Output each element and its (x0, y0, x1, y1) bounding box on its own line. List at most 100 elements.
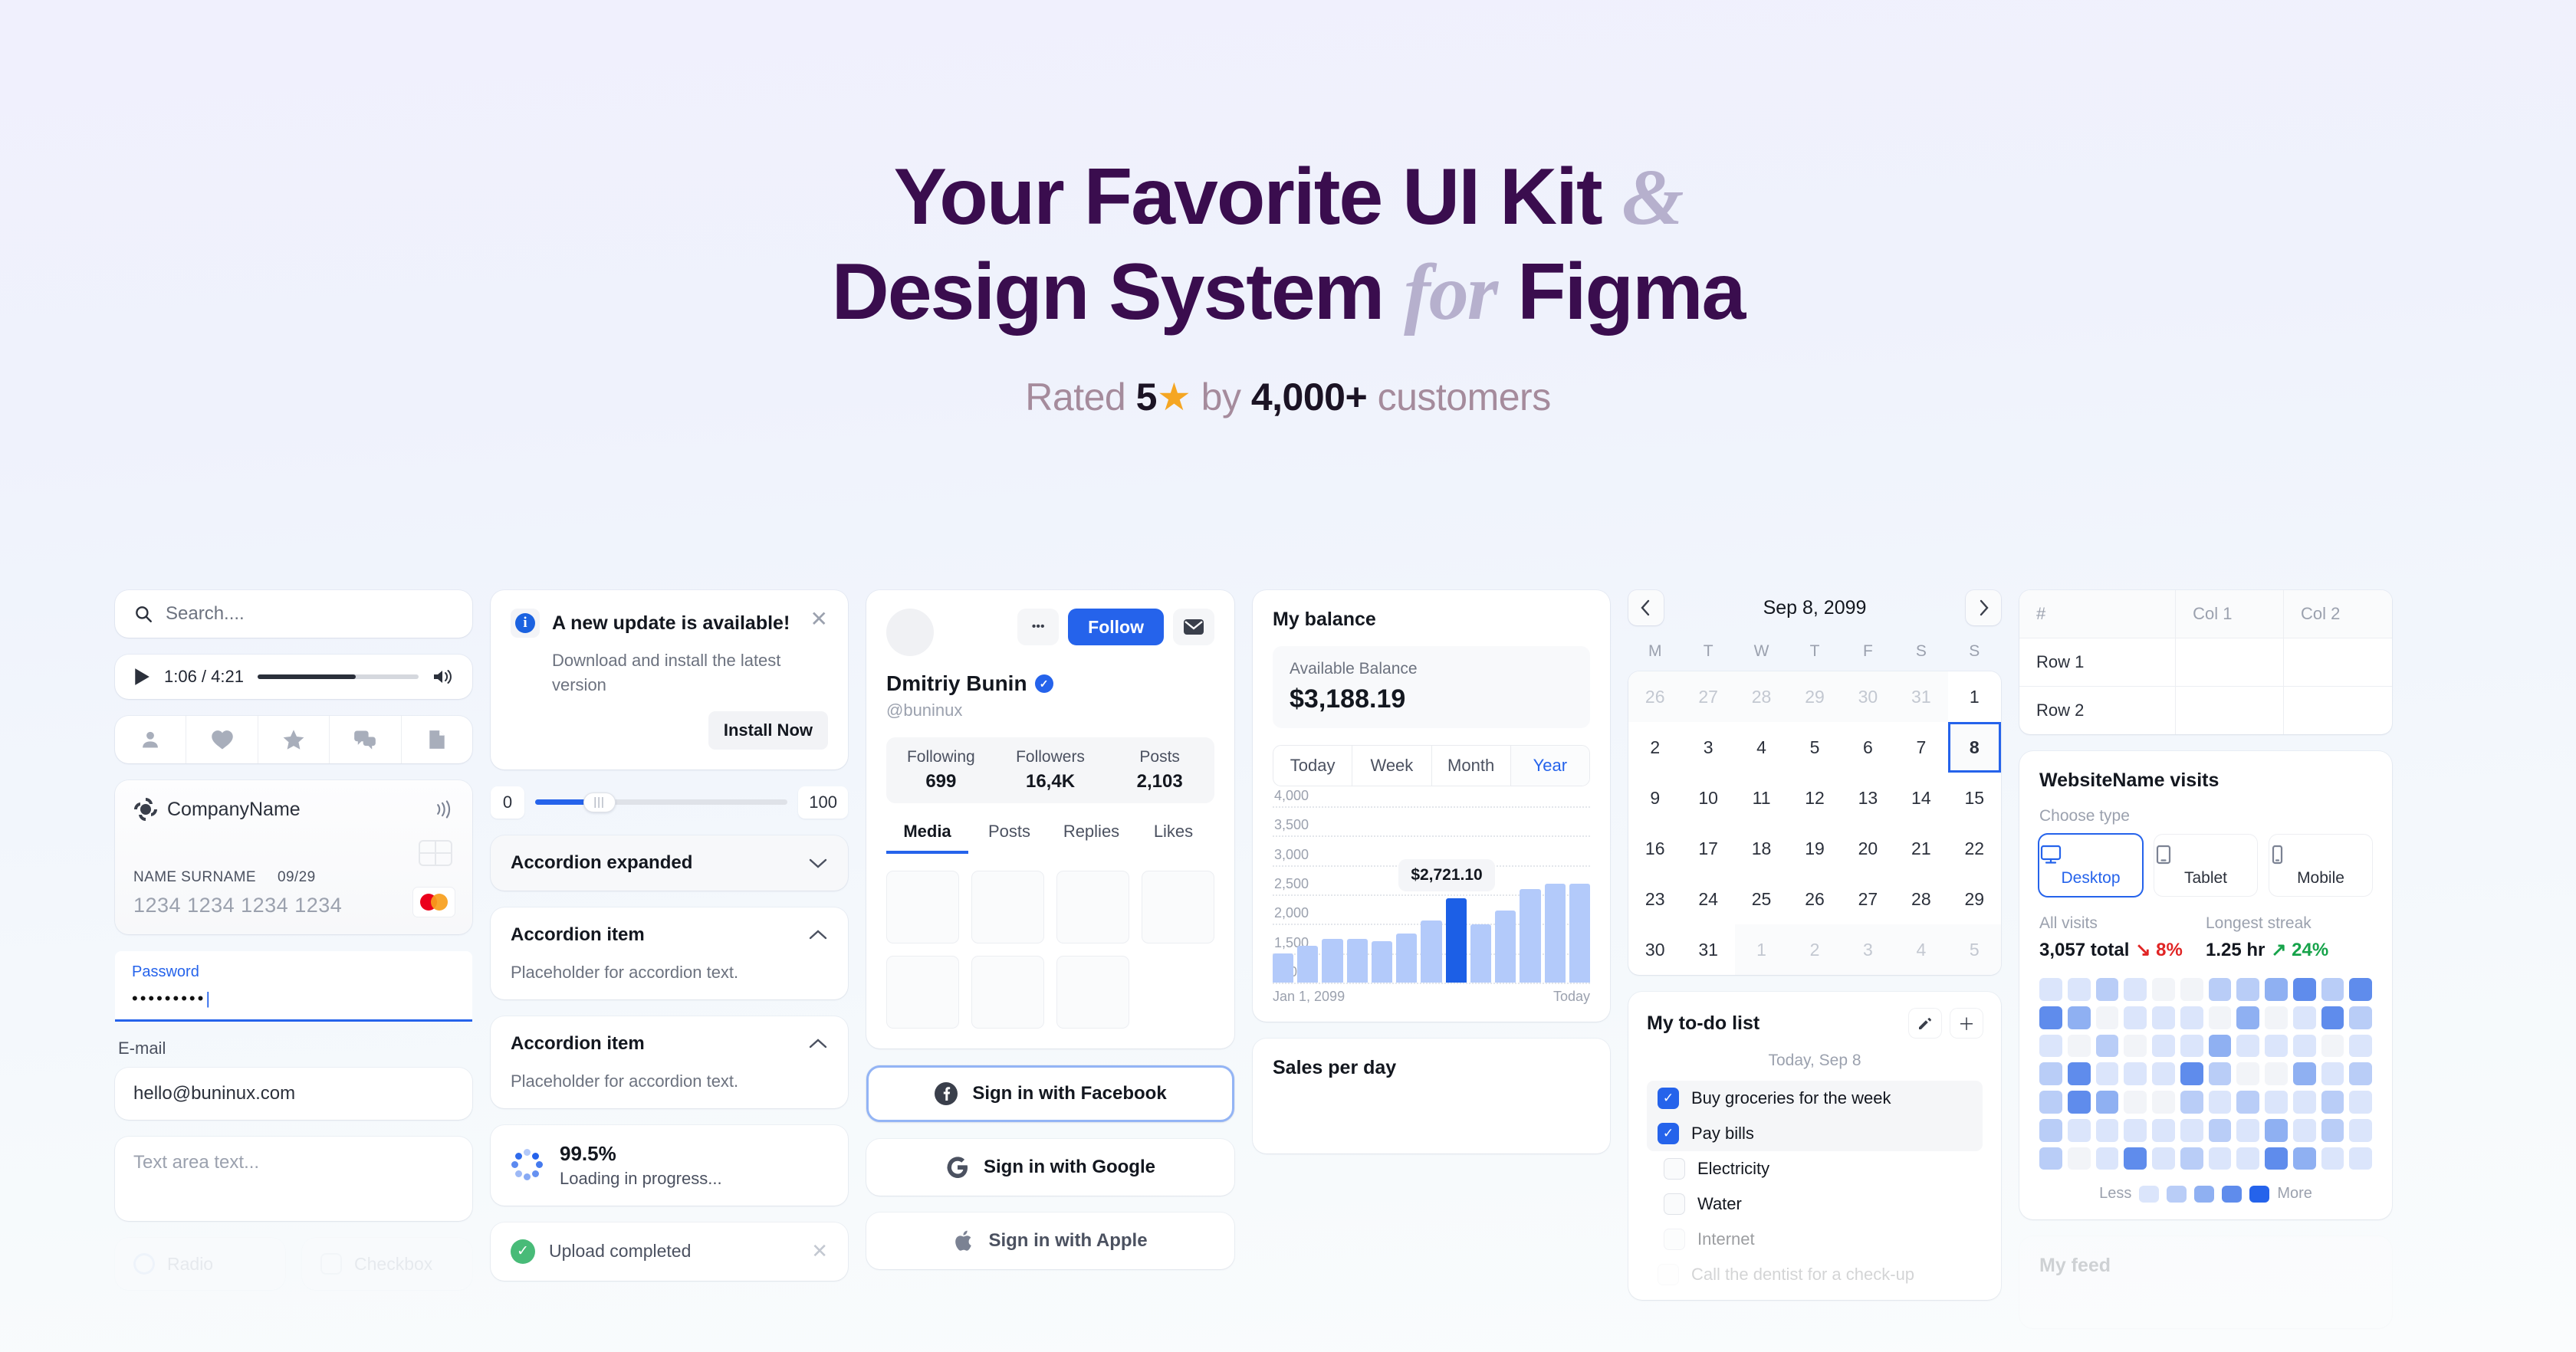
heatmap-cell[interactable] (2208, 978, 2232, 1001)
chart-bar[interactable] (1346, 939, 1368, 983)
heatmap-cell[interactable] (2349, 1034, 2372, 1058)
heatmap-cell[interactable] (2208, 1118, 2232, 1142)
heatmap-cell[interactable] (2349, 1147, 2372, 1170)
tab-posts[interactable]: Posts (968, 822, 1050, 854)
heatmap-cell[interactable] (2265, 1147, 2288, 1170)
calendar-day[interactable]: 7 (1894, 722, 1947, 773)
calendar-day[interactable]: 29 (1948, 874, 2001, 924)
heatmap-cell[interactable] (2292, 1091, 2316, 1114)
calendar-day[interactable]: 15 (1948, 773, 2001, 823)
heatmap-cell[interactable] (2152, 1091, 2175, 1114)
heatmap-cell[interactable] (2292, 1006, 2316, 1029)
heatmap-cell[interactable] (2236, 1147, 2259, 1170)
calendar-day[interactable]: 31 (1681, 924, 1734, 975)
calendar-day[interactable]: 9 (1628, 773, 1681, 823)
sign-in-google-button[interactable]: Sign in with Google (866, 1139, 1234, 1196)
chevron-up-icon[interactable] (808, 1038, 828, 1050)
heatmap-cell[interactable] (2039, 1118, 2062, 1142)
checkbox-icon[interactable] (1658, 1264, 1679, 1285)
password-field[interactable]: Password •••••••••| (115, 951, 472, 1022)
heatmap-cell[interactable] (2067, 978, 2091, 1001)
heatmap-cell[interactable] (2292, 1062, 2316, 1085)
heatmap-cell[interactable] (2067, 1118, 2091, 1142)
plus-icon[interactable]: ＋ (1950, 1009, 1983, 1038)
search-field[interactable]: Search.... (115, 590, 472, 638)
heatmap-cell[interactable] (2208, 1006, 2232, 1029)
heatmap-cell[interactable] (2067, 1062, 2091, 1085)
heatmap-cell[interactable] (2180, 1062, 2203, 1085)
calendar-day[interactable]: 31 (1894, 671, 1948, 722)
heatmap-cell[interactable] (2152, 1062, 2175, 1085)
heatmap-cell[interactable] (2265, 1006, 2288, 1029)
calendar-day[interactable]: 2 (1788, 924, 1842, 975)
calendar-day[interactable]: 28 (1734, 671, 1789, 722)
heatmap-cell[interactable] (2208, 1062, 2232, 1085)
file-icon[interactable] (402, 716, 472, 763)
heatmap-cell[interactable] (2321, 1118, 2344, 1142)
chevron-down-icon[interactable] (808, 857, 828, 869)
calendar-day[interactable]: 30 (1841, 671, 1895, 722)
tab-likes[interactable]: Likes (1132, 822, 1214, 854)
heatmap-cell[interactable] (2292, 1147, 2316, 1170)
person-icon[interactable] (115, 716, 187, 763)
calendar-day[interactable]: 5 (1947, 924, 2001, 975)
calendar-day[interactable]: 23 (1628, 874, 1681, 924)
heatmap-cell[interactable] (2236, 1062, 2259, 1085)
chart-bar[interactable] (1322, 939, 1343, 983)
heatmap-cell[interactable] (2321, 1006, 2344, 1029)
calendar-day[interactable]: 22 (1948, 823, 2001, 874)
todo-item[interactable]: Call the dentist for a check-up (1647, 1257, 1983, 1292)
heatmap-cell[interactable] (2124, 1091, 2147, 1114)
heatmap-cell[interactable] (2321, 1091, 2344, 1114)
heatmap-cell[interactable] (2124, 1006, 2147, 1029)
calendar-day[interactable]: 21 (1894, 823, 1947, 874)
heatmap-cell[interactable] (2095, 1034, 2119, 1058)
credit-card[interactable]: CompanyName NAME SURNAME 09/29 1234 1234… (115, 780, 472, 934)
range-year[interactable]: Year (1510, 746, 1589, 786)
calendar-day[interactable]: 18 (1735, 823, 1788, 874)
heatmap-cell[interactable] (2067, 1147, 2091, 1170)
heatmap-cell[interactable] (2208, 1034, 2232, 1058)
heatmap-cell[interactable] (2292, 1118, 2316, 1142)
heatmap-cell[interactable] (2152, 1034, 2175, 1058)
accordion-item-1[interactable]: Accordion item Placeholder for accordion… (491, 907, 848, 999)
calendar-day[interactable]: 26 (1788, 874, 1841, 924)
device-type-desktop[interactable]: Desktop (2039, 835, 2142, 896)
calendar-day[interactable]: 4 (1735, 722, 1788, 773)
close-icon[interactable]: ✕ (811, 1239, 828, 1263)
heatmap-cell[interactable] (2265, 1062, 2288, 1085)
todo-item[interactable]: Internet (1647, 1222, 1983, 1257)
heatmap-cell[interactable] (2349, 978, 2372, 1001)
calendar-day[interactable]: 20 (1842, 823, 1894, 874)
chart-bar[interactable] (1421, 920, 1442, 983)
heatmap-cell[interactable] (2095, 1006, 2119, 1029)
calendar-day[interactable]: 13 (1842, 773, 1894, 823)
heatmap-cell[interactable] (2124, 978, 2147, 1001)
heatmap-cell[interactable] (2292, 1034, 2316, 1058)
heatmap-cell[interactable] (2349, 1006, 2372, 1029)
table-row[interactable]: Row 1 (2019, 638, 2392, 687)
checkbox-checked-icon[interactable]: ✓ (1658, 1088, 1679, 1109)
checkbox-icon[interactable] (1664, 1229, 1685, 1250)
heatmap-cell[interactable] (2039, 1091, 2062, 1114)
range-week[interactable]: Week (1352, 746, 1432, 786)
heatmap-cell[interactable] (2236, 1091, 2259, 1114)
star-icon[interactable] (258, 716, 330, 763)
heatmap-cell[interactable] (2095, 1091, 2119, 1114)
follow-button[interactable]: Follow (1068, 609, 1164, 645)
chart-bar[interactable] (1445, 898, 1467, 983)
sign-in-facebook-button[interactable]: Sign in with Facebook (866, 1065, 1234, 1122)
heatmap-cell[interactable] (2321, 1034, 2344, 1058)
tab-replies[interactable]: Replies (1050, 822, 1132, 854)
calendar-day[interactable]: 19 (1788, 823, 1841, 874)
range-today[interactable]: Today (1273, 746, 1353, 786)
heatmap-cell[interactable] (2095, 1118, 2119, 1142)
audio-player[interactable]: 1:06 / 4:21 (115, 655, 472, 699)
calendar-day[interactable]: 1 (1948, 671, 2001, 722)
more-options-button[interactable]: ••• (1017, 609, 1060, 645)
heatmap-cell[interactable] (2321, 1147, 2344, 1170)
slider-handle[interactable]: ||| (583, 792, 616, 812)
password-input[interactable]: •••••••••| (132, 989, 455, 1009)
chart-bar[interactable] (1470, 924, 1492, 983)
heatmap-cell[interactable] (2124, 1147, 2147, 1170)
